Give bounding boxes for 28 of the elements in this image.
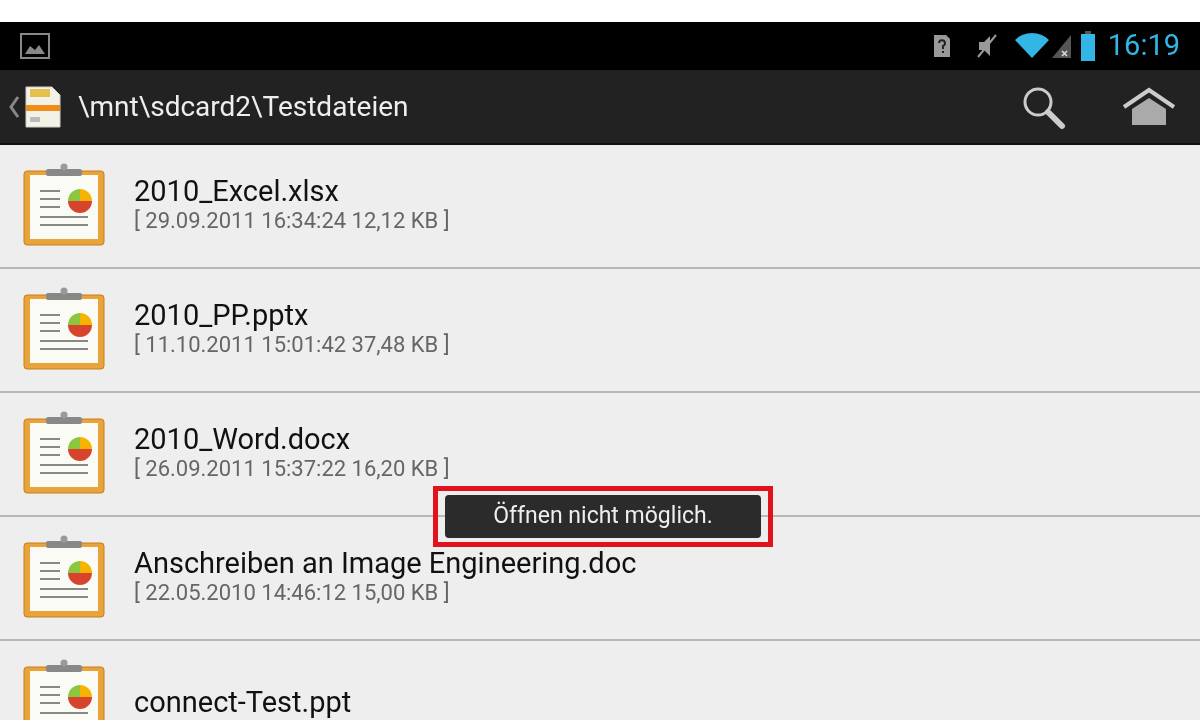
- file-name: connect-Test.ppt: [134, 687, 352, 717]
- file-row[interactable]: 2010_PP.pptx [ 11.10.2011 15:01:42 37,48 KB ]: [0, 269, 1200, 393]
- file-name: 2010_Excel.xlsx: [134, 176, 340, 206]
- sim-question-icon: [931, 33, 952, 59]
- file-row[interactable]: connect-Test.ppt: [0, 641, 1200, 720]
- muted-speaker-icon: [975, 33, 998, 59]
- clipboard-chart-icon: [22, 163, 106, 249]
- clipboard-chart-icon: [22, 659, 106, 720]
- file-name: Anschreiben an Image Engineering.doc: [134, 548, 637, 578]
- file-name: 2010_PP.pptx: [134, 300, 310, 330]
- wifi-icon: [1013, 32, 1050, 60]
- file-row[interactable]: 2010_Excel.xlsx [ 29.09.2011 16:34:24 12,12 KB ]: [0, 145, 1200, 269]
- image-icon: [20, 33, 50, 59]
- clipboard-chart-icon: [22, 535, 106, 621]
- file-details: [ 22.05.2010 14:46:12 15,00 KB ]: [134, 579, 451, 607]
- file-details: [ 11.10.2011 15:01:42 37,48 KB ]: [134, 331, 450, 359]
- clipboard-chart-icon: [22, 411, 106, 497]
- folder-path: \mnt\sdcard2\Testdateien: [78, 88, 409, 125]
- back-chevron-icon[interactable]: [8, 94, 20, 119]
- file-name: 2010_Word.docx: [134, 424, 352, 454]
- file-details: [ 26.09.2011 15:37:22 16,20 KB ]: [134, 455, 450, 483]
- no-signal-icon: [1049, 33, 1072, 59]
- home-icon[interactable]: [1122, 86, 1176, 127]
- clock: 16:19: [1107, 27, 1180, 65]
- battery-icon: [1079, 31, 1096, 61]
- sd-card-icon: [24, 84, 62, 129]
- clipboard-chart-icon: [22, 287, 106, 373]
- file-details: [ 29.09.2011 16:34:24 12,12 KB ]: [134, 207, 450, 235]
